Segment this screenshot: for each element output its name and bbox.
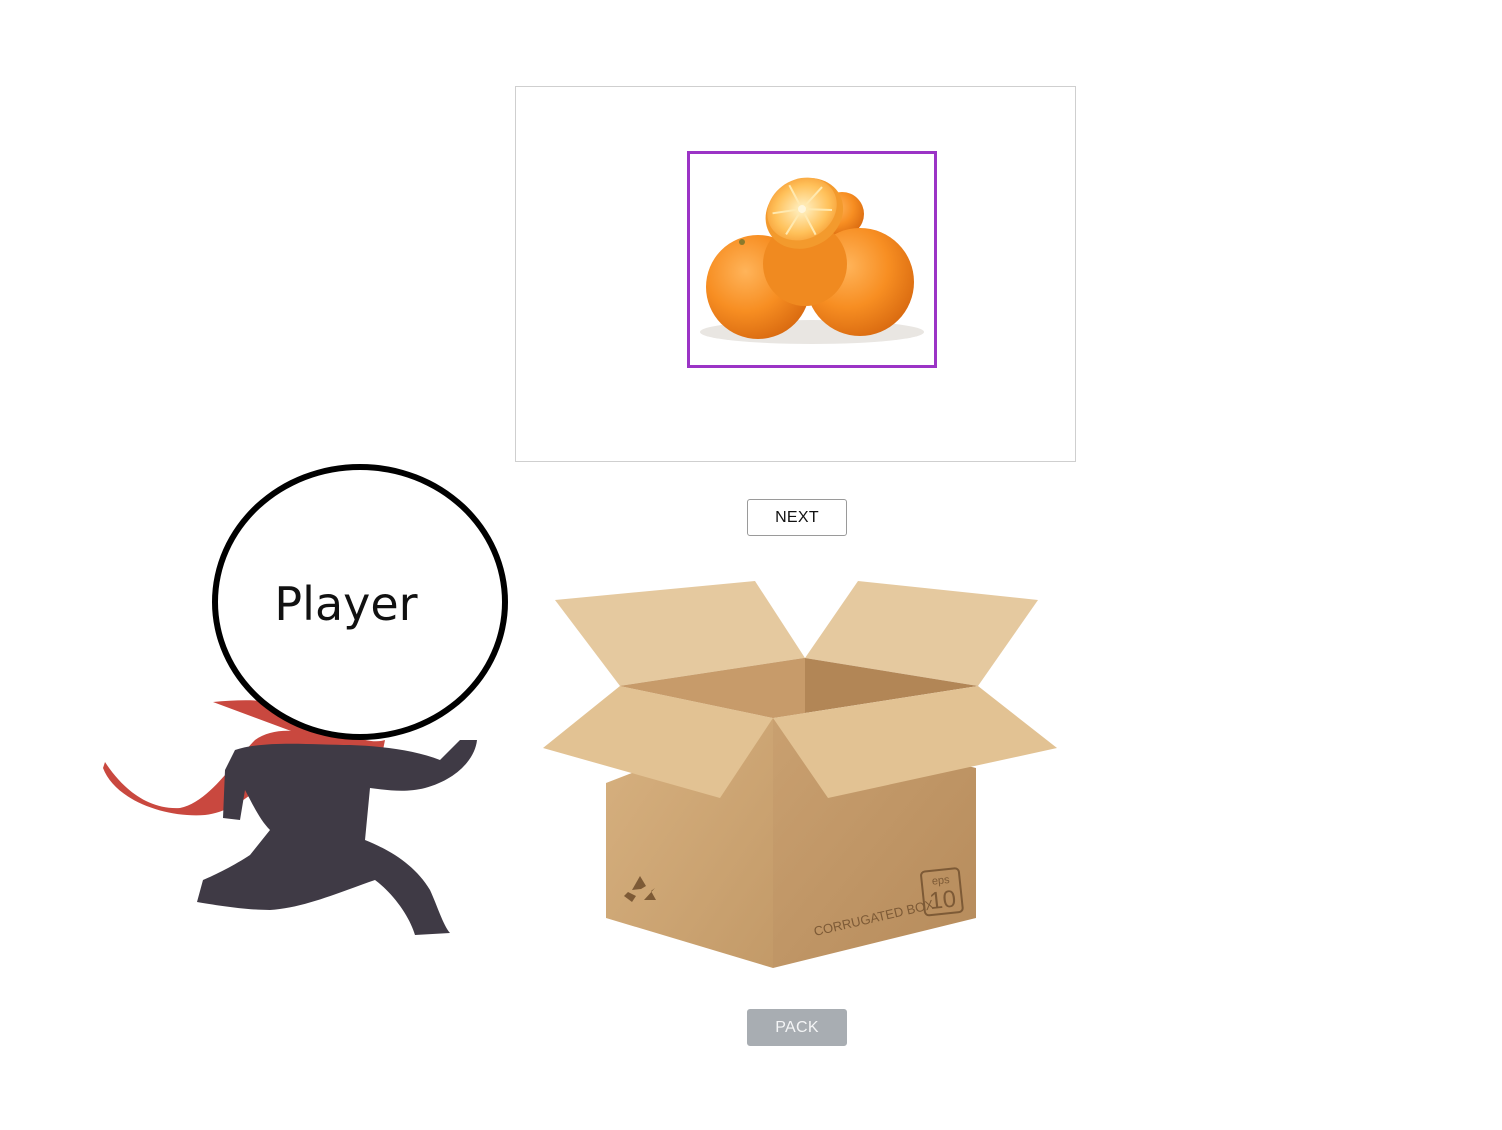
player-avatar[interactable]: Player <box>212 464 508 740</box>
player-label: Player <box>274 577 418 631</box>
item-frame[interactable] <box>687 151 937 368</box>
runner-character-icon <box>103 700 477 935</box>
item-display-panel <box>515 86 1076 462</box>
oranges-image <box>700 177 924 344</box>
next-button[interactable]: NEXT <box>747 499 847 536</box>
pack-button[interactable]: PACK <box>747 1009 847 1046</box>
cardboard-box-icon[interactable]: CORRUGATED BOX eps 10 <box>540 578 1060 973</box>
badge-number-text: 10 <box>928 885 957 915</box>
